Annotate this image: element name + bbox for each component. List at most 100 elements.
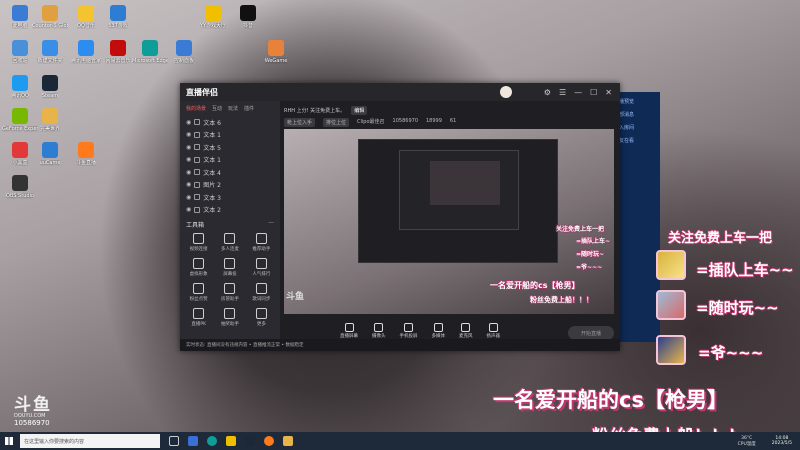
menu-icon[interactable]: ☰: [559, 88, 566, 97]
live-companion-window[interactable]: 直播伴侣 ⚙ ☰ — ☐ ✕ 我的场景 互动 玩法 插件 ◉ 文本 6 ◉ 文本 1 ◉…: [180, 83, 620, 351]
steam-icon[interactable]: [245, 436, 255, 446]
eye-icon[interactable]: ◉: [186, 194, 191, 201]
control-button[interactable]: 麦克风: [459, 323, 473, 339]
desktop-icon-label: Counter-S Global Off...: [32, 23, 68, 29]
desktop-icon[interactable]: 新建文件夹: [32, 40, 68, 64]
desktop-icon[interactable]: 抖音: [230, 5, 266, 29]
tool-item[interactable]: 虚拟形象: [184, 258, 213, 277]
desktop-icon[interactable]: Steam: [32, 75, 68, 99]
tool-item[interactable]: 屏幕投: [215, 258, 244, 277]
eye-icon[interactable]: ◉: [186, 156, 191, 163]
tab-scenes[interactable]: 我的场景: [186, 105, 206, 112]
tool-item[interactable]: 歌词同步: [247, 283, 276, 302]
search-input[interactable]: 在这里输入你要搜索的内容: [20, 434, 160, 448]
scene-label: 文本 2: [203, 207, 221, 215]
desktop-icon[interactable]: YY游戏大厅: [195, 5, 231, 29]
tool-item[interactable]: 视频连接: [184, 233, 213, 252]
cpu-temp[interactable]: 36°C CPU温度: [738, 436, 756, 447]
scene-sidebar: 我的场景 互动 玩法 插件 ◉ 文本 6 ◉ 文本 1 ◉ 文本 5 ◉ 文本 1 ◉ 文本 4 ◉…: [180, 101, 280, 351]
desktop-icon[interactable]: 斗鱼直播: [68, 142, 104, 166]
tool-label: 直播PK: [191, 322, 206, 327]
tool-item[interactable]: 直播PK: [184, 308, 213, 327]
tool-item[interactable]: 粉丝点赞: [184, 283, 213, 302]
control-button[interactable]: 摄像头: [372, 323, 386, 339]
desktop-icon[interactable]: uuCame: [32, 142, 68, 166]
avatar[interactable]: [500, 86, 512, 98]
desktop-icon[interactable]: 控制面板: [166, 40, 202, 64]
scene-row[interactable]: ◉ 文本 1: [180, 129, 280, 142]
start-button[interactable]: [0, 432, 18, 450]
file-explorer-icon[interactable]: [226, 436, 236, 446]
category-chip[interactable]: 枪上位入手: [284, 118, 316, 127]
minimize-icon[interactable]: —: [574, 88, 582, 97]
douyu-watermark: 斗鱼 DOUYU.COM 10586970: [14, 390, 52, 427]
eye-icon[interactable]: ◉: [186, 119, 191, 126]
settings-icon[interactable]: ⚙: [544, 88, 551, 97]
desktop-icon-label: 537游戏: [108, 23, 128, 29]
live-companion-icon[interactable]: [283, 436, 293, 446]
bg-window-item[interactable]: 全部消息: [614, 111, 656, 118]
scene-row[interactable]: ◉ 文本 5: [180, 141, 280, 154]
scene-row[interactable]: ◉ 文本 4: [180, 166, 280, 179]
task-view-icon[interactable]: [169, 436, 179, 446]
eye-icon[interactable]: ◉: [186, 181, 191, 188]
desktop-icon[interactable]: WeGame: [258, 40, 294, 64]
scene-row[interactable]: ◉ 图片 2: [180, 179, 280, 192]
control-button[interactable]: 直播屏幕: [340, 323, 358, 339]
edit-button[interactable]: 编辑: [351, 105, 368, 115]
tab-interact[interactable]: 互动: [212, 105, 222, 112]
overlay-line-1: 关注免费上车一把: [668, 231, 773, 246]
desktop-icon[interactable]: Microsoft Edge: [132, 40, 168, 64]
tool-item[interactable]: 多人连麦: [215, 233, 244, 252]
start-live-button[interactable]: 开始直播: [568, 326, 614, 340]
desktop-icon[interactable]: OBS Studio: [2, 175, 38, 199]
control-button[interactable]: 多媒体: [432, 323, 445, 339]
folder-icon: [42, 40, 58, 56]
desktop-icon[interactable]: QQ音乐: [68, 5, 104, 29]
bg-window-item[interactable]: 直播预览: [614, 98, 656, 105]
preview-overlay-line: =随时玩~: [576, 251, 605, 258]
eye-icon[interactable]: ◉: [186, 131, 191, 138]
bg-window-item[interactable]: 好友在看: [614, 137, 656, 144]
tool-icon: [224, 258, 236, 269]
tool-label: 多人连麦: [220, 247, 239, 252]
eye-icon[interactable]: ◉: [186, 144, 191, 151]
tool-item[interactable]: 更多: [247, 308, 276, 327]
mail-icon[interactable]: [188, 436, 198, 446]
scene-row[interactable]: ◉ 文本 2: [180, 204, 280, 217]
desktop-icon[interactable]: 腾讯电脑管家: [68, 40, 104, 64]
eye-icon[interactable]: ◉: [186, 169, 191, 176]
scene-row[interactable]: ◉ 文本 1: [180, 154, 280, 167]
bg-window-item[interactable]: 进入房间: [614, 124, 656, 131]
live-title: RHH 上分! 关注免费上车。: [284, 107, 346, 114]
stream-preview[interactable]: 关注免费上车一把 =插队上车~ =随时玩~ =爷~~~ 一名爱开船的cs【枪男】…: [284, 129, 614, 314]
tool-item[interactable]: 人气排行: [247, 258, 276, 277]
tab-plugins[interactable]: 插件: [244, 105, 254, 112]
room-number: 10586970: [14, 419, 50, 427]
desktop-icon-label: 抖音: [242, 23, 253, 29]
tools-more-button[interactable]: ···: [268, 220, 274, 229]
close-icon[interactable]: ✕: [605, 88, 612, 97]
eye-icon[interactable]: ◉: [186, 206, 191, 213]
edge-icon[interactable]: [207, 436, 217, 446]
clock[interactable]: 14:08 2023/5/5: [772, 436, 792, 446]
desktop-icon[interactable]: 537游戏: [100, 5, 136, 29]
scene-row[interactable]: ◉ 文本 6: [180, 116, 280, 129]
tool-item[interactable]: 推荐助手: [247, 233, 276, 252]
preview-overlay-line: 关注免费上车一把: [556, 226, 605, 233]
rank-chip[interactable]: 排位上位: [323, 118, 350, 127]
app-title-bar[interactable]: 直播伴侣 ⚙ ☰ — ☐ ✕: [180, 83, 620, 101]
status-bar: 实时状态: 直播间没有违规内容 • 直播推流正常 • 数据稳定: [180, 339, 620, 351]
control-button[interactable]: 扬声器: [487, 323, 500, 339]
tool-item[interactable]: 抽奖助手: [215, 308, 244, 327]
tool-icon: [224, 308, 236, 319]
desktop-icon[interactable]: Counter-S Global Off...: [32, 5, 68, 29]
desktop-icon[interactable]: 完美世界: [32, 108, 68, 132]
maximize-icon[interactable]: ☐: [590, 88, 597, 97]
tab-play[interactable]: 玩法: [228, 105, 238, 112]
desktop-icon[interactable]: 网易云音乐: [100, 40, 136, 64]
douyu-icon[interactable]: [264, 436, 274, 446]
control-button[interactable]: 手机投屏: [400, 323, 418, 339]
tool-item[interactable]: 房管助手: [215, 283, 244, 302]
scene-row[interactable]: ◉ 文本 3: [180, 191, 280, 204]
